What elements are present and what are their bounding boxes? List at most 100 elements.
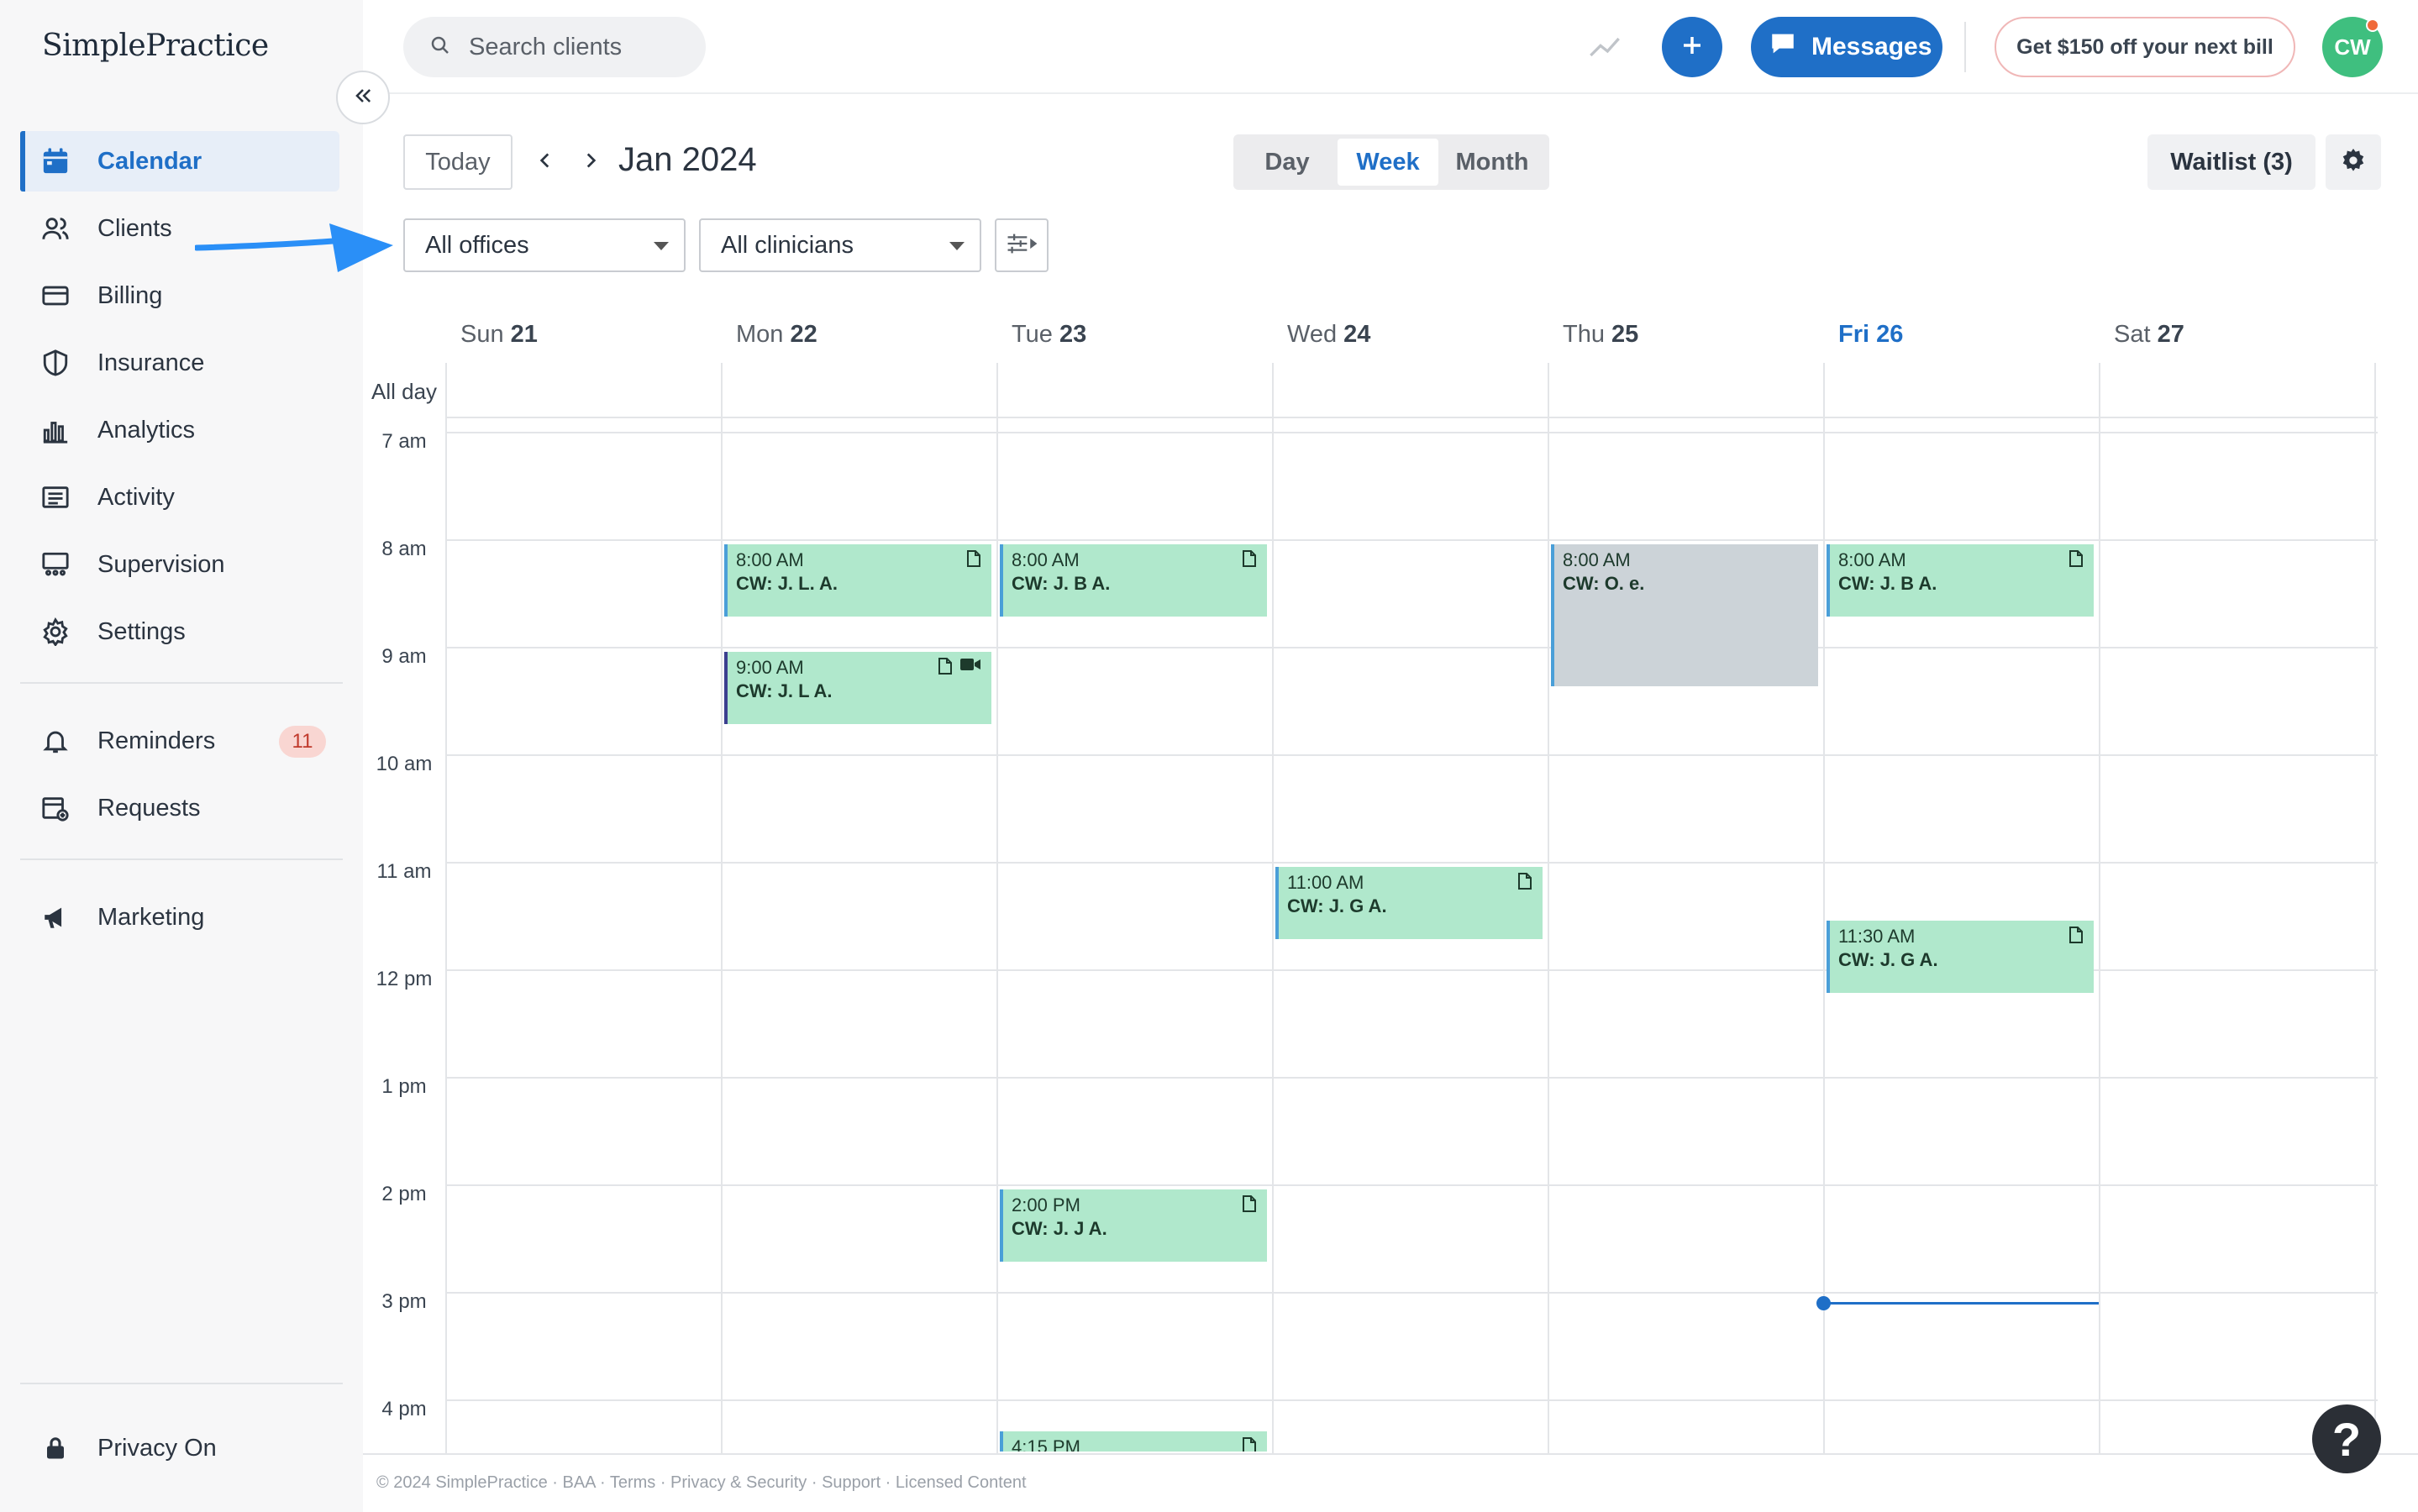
messages-button[interactable]: Messages: [1751, 17, 1942, 77]
hour-gridline: [445, 754, 2378, 756]
plus-icon: [1679, 33, 1705, 62]
sidebar-item-requests[interactable]: Requests: [20, 778, 339, 838]
clients-icon: [39, 212, 72, 245]
document-icon: [966, 549, 981, 572]
sidebar-item-reminders[interactable]: Reminders 11: [20, 711, 339, 771]
sidebar-item-label: Clients: [97, 214, 172, 242]
topbar-divider: [1964, 22, 1966, 72]
sidebar-item-label: Activity: [97, 483, 175, 511]
previous-week-button[interactable]: [528, 144, 563, 180]
view-month-tab[interactable]: Month: [1438, 139, 1546, 186]
hour-label: 2 pm: [381, 1183, 427, 1205]
double-chevron-left-icon: [351, 84, 375, 112]
bar-chart-icon: [39, 413, 72, 447]
appointment-event[interactable]: 11:00 AM CW: J. G A.: [1275, 867, 1543, 939]
appointment-event[interactable]: 8:00 AM CW: J. L. A.: [724, 544, 991, 617]
day-header-mon[interactable]: Mon 22: [736, 321, 817, 349]
hour-gridline: [445, 1292, 2378, 1294]
appointment-event[interactable]: 8:00 AM CW: O. e.: [1551, 544, 1818, 687]
event-icons: [938, 657, 981, 680]
event-title: CW: J. J A.: [1012, 1218, 1107, 1239]
hour-label: 11 am: [376, 860, 432, 883]
privacy-toggle[interactable]: Privacy On: [20, 1418, 339, 1478]
appointment-event[interactable]: 4:15 PM: [1000, 1431, 1267, 1452]
hour-label: 4 pm: [381, 1398, 427, 1420]
clinician-filter-select[interactable]: All clinicians: [699, 218, 981, 272]
more-filters-button[interactable]: [995, 218, 1049, 272]
collapse-sidebar-button[interactable]: [336, 71, 390, 124]
event-icons: [2068, 549, 2084, 572]
question-mark-icon: ?: [2331, 1412, 2362, 1466]
appointment-event[interactable]: 9:00 AM CW: J. L A.: [724, 652, 991, 724]
trend-line-icon[interactable]: [1586, 30, 1623, 68]
event-icons: [1242, 1194, 1257, 1217]
document-icon: [2068, 926, 2084, 948]
sidebar-divider: [20, 682, 343, 684]
sidebar-item-analytics[interactable]: Analytics: [20, 400, 339, 460]
event-icons: [966, 549, 981, 572]
day-number: 24: [1343, 321, 1371, 348]
current-time-dot: [1816, 1295, 1831, 1310]
day-header-sat[interactable]: Sat 27: [2114, 321, 2184, 349]
search-box[interactable]: [403, 17, 706, 77]
day-header-tue[interactable]: Tue 23: [1012, 321, 1086, 349]
document-icon: [938, 657, 953, 680]
add-new-button[interactable]: [1662, 17, 1722, 77]
day-name: Sat: [2114, 321, 2151, 348]
event-title: CW: J. L. A.: [736, 573, 838, 594]
hour-label: 7 am: [381, 430, 427, 453]
day-header-thu[interactable]: Thu 25: [1563, 321, 1638, 349]
caret-down-icon: [654, 242, 669, 250]
sidebar-item-settings[interactable]: Settings: [20, 601, 339, 662]
day-column-divider: [1823, 363, 1825, 1455]
sidebar-item-label: Calendar: [97, 147, 202, 175]
day-header-sun[interactable]: Sun 21: [460, 321, 538, 349]
user-avatar[interactable]: CW: [2322, 17, 2383, 77]
view-week-tab[interactable]: Week: [1338, 139, 1438, 186]
sliders-icon: [1006, 232, 1038, 260]
sidebar-item-marketing[interactable]: Marketing: [20, 887, 339, 948]
event-time: 8:00 AM: [1838, 549, 1906, 570]
view-day-tab[interactable]: Day: [1237, 139, 1338, 186]
sidebar-item-activity[interactable]: Activity: [20, 467, 339, 528]
day-header-wed[interactable]: Wed 24: [1287, 321, 1370, 349]
document-icon: [1242, 1436, 1257, 1452]
office-filter-select[interactable]: All offices: [403, 218, 686, 272]
footer-divider: [363, 1453, 2418, 1455]
sidebar-divider: [20, 1383, 343, 1384]
waitlist-button[interactable]: Waitlist (3): [2147, 134, 2315, 190]
video-icon: [959, 657, 981, 680]
appointment-event[interactable]: 8:00 AM CW: J. B A.: [1000, 544, 1267, 617]
billing-card-icon: [39, 279, 72, 312]
promo-button[interactable]: Get $150 off your next bill: [1995, 17, 2295, 77]
view-switcher: Day Week Month: [1233, 134, 1549, 190]
help-button[interactable]: ?: [2312, 1404, 2381, 1473]
day-column-divider: [2099, 363, 2100, 1455]
today-button[interactable]: Today: [403, 134, 513, 190]
avatar-initials: CW: [2334, 34, 2371, 60]
lock-icon: [39, 1431, 72, 1465]
next-week-button[interactable]: [573, 144, 608, 180]
sidebar-item-calendar[interactable]: Calendar: [20, 131, 339, 192]
list-icon: [39, 480, 72, 514]
chevron-left-icon: [534, 150, 556, 176]
search-input[interactable]: [469, 33, 687, 61]
app-logo[interactable]: SimplePractice: [42, 29, 269, 63]
appointment-event[interactable]: 8:00 AM CW: J. B A.: [1827, 544, 2094, 617]
sidebar-item-label: Settings: [97, 617, 186, 645]
appointment-event[interactable]: 2:00 PM CW: J. J A.: [1000, 1189, 1267, 1262]
sidebar-item-insurance[interactable]: Insurance: [20, 333, 339, 393]
calendar-settings-button[interactable]: [2326, 134, 2381, 190]
hour-gridline: [445, 1184, 2378, 1186]
day-column-divider: [996, 363, 998, 1455]
hour-label: 12 pm: [376, 968, 433, 990]
appointment-event[interactable]: 11:30 AM CW: J. G A.: [1827, 921, 2094, 993]
day-column-divider: [721, 363, 723, 1455]
top-bar: Messages Get $150 off your next bill CW: [363, 0, 2418, 94]
event-time: 8:00 AM: [736, 549, 804, 570]
day-number: 26: [1876, 321, 1904, 348]
hour-gridline: [445, 432, 2378, 433]
sidebar-item-supervision[interactable]: Supervision: [20, 534, 339, 595]
day-number: 21: [510, 321, 538, 348]
day-header-fri[interactable]: Fri 26: [1838, 321, 1903, 349]
